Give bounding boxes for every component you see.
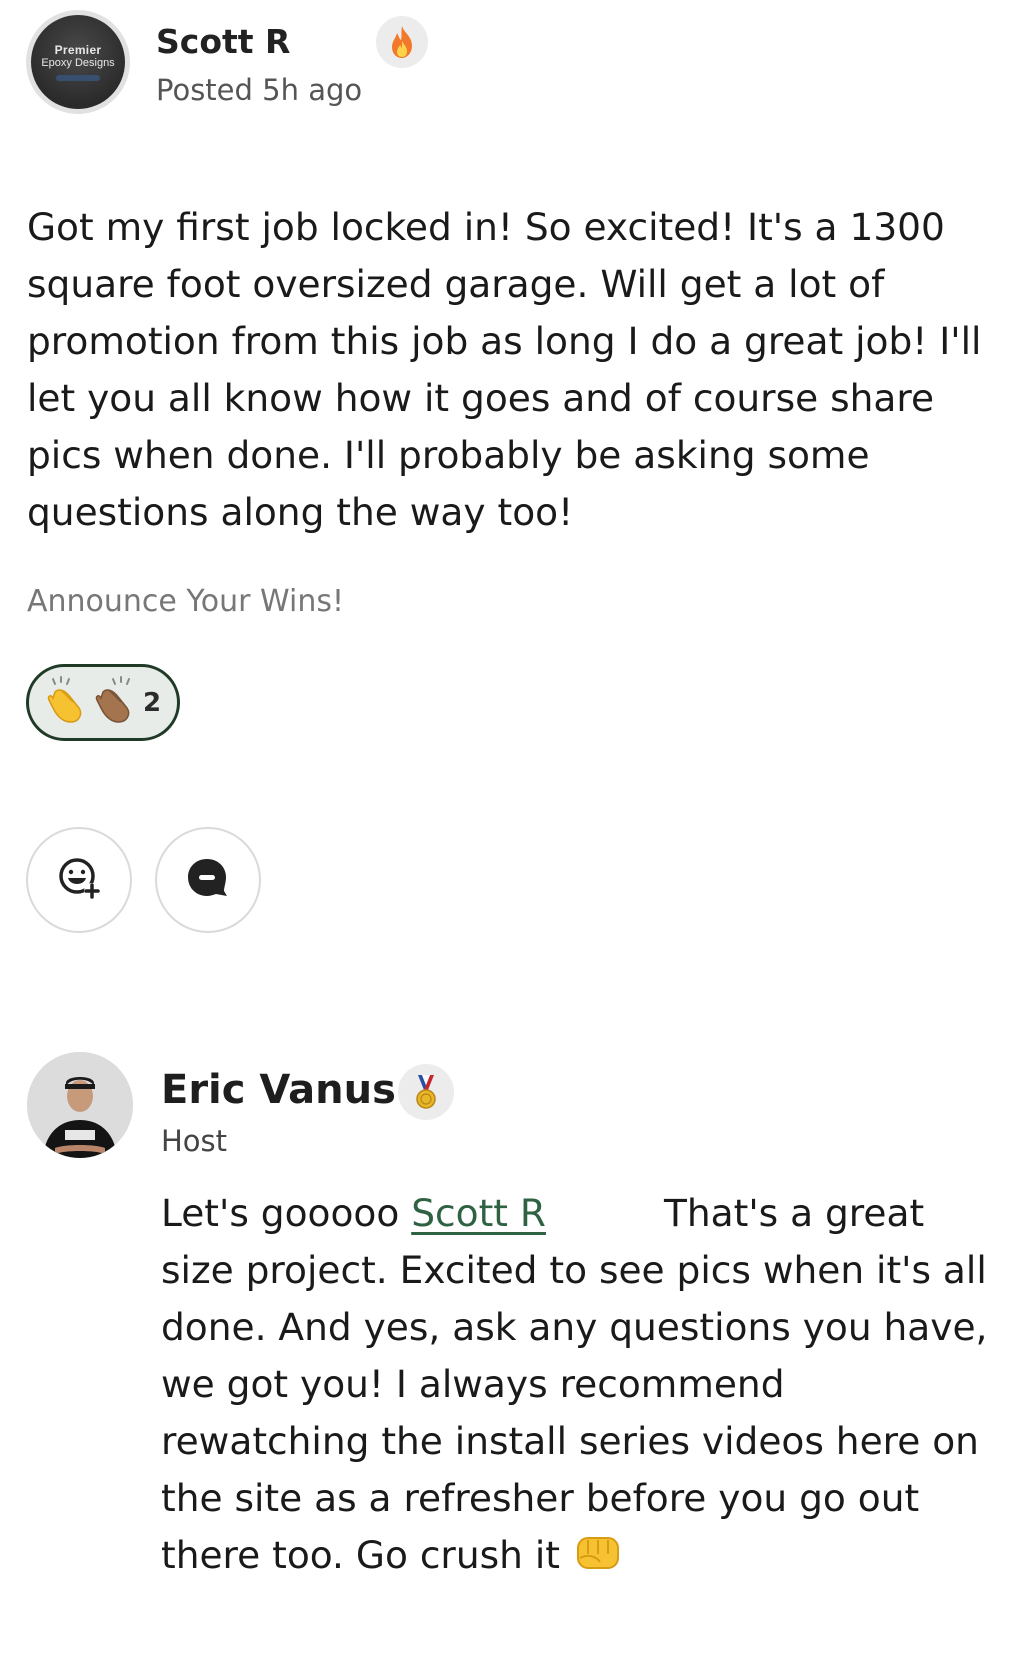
comment-button[interactable]	[155, 827, 261, 933]
logo-text-line1: Premier	[54, 42, 102, 57]
fire-icon	[376, 16, 428, 68]
post-timestamp: Posted 5h ago	[156, 73, 363, 107]
post-body: Got my first job locked in! So excited! …	[27, 205, 982, 534]
reaction-count: 2	[143, 687, 162, 718]
fist-bump-icon	[572, 1533, 624, 1577]
clapping-hands-icon	[43, 675, 91, 730]
add-reaction-button[interactable]	[26, 827, 132, 933]
author-avatar[interactable]: Premier Epoxy Designs	[26, 10, 130, 114]
reactions-pill[interactable]: 2	[26, 664, 180, 741]
add-reaction-icon	[56, 855, 102, 905]
clapping-hands-medium-dark-icon	[91, 675, 139, 730]
comment-icon	[186, 857, 230, 903]
logo-car-shape	[56, 74, 100, 81]
comment-text-prefix: Let's gooooo	[161, 1191, 412, 1235]
commenter-avatar[interactable]	[27, 1052, 133, 1158]
commenter-photo	[27, 1052, 133, 1158]
medal-icon	[398, 1064, 454, 1120]
comment-text-rest: That's a great size project. Excited to …	[161, 1191, 988, 1577]
logo-image: Premier Epoxy Designs	[31, 15, 125, 109]
comment-body: Let's gooooo Scott R That's a great size …	[161, 1185, 991, 1584]
comment-author-role: Host	[161, 1124, 228, 1158]
post-category[interactable]: Announce Your Wins!	[27, 582, 344, 622]
mention-link[interactable]: Scott R	[411, 1191, 546, 1235]
logo-text-line2: Epoxy Designs	[41, 56, 115, 69]
post-author-name[interactable]: Scott R	[156, 22, 290, 62]
comment-author-name[interactable]: Eric Vanus	[161, 1066, 396, 1114]
